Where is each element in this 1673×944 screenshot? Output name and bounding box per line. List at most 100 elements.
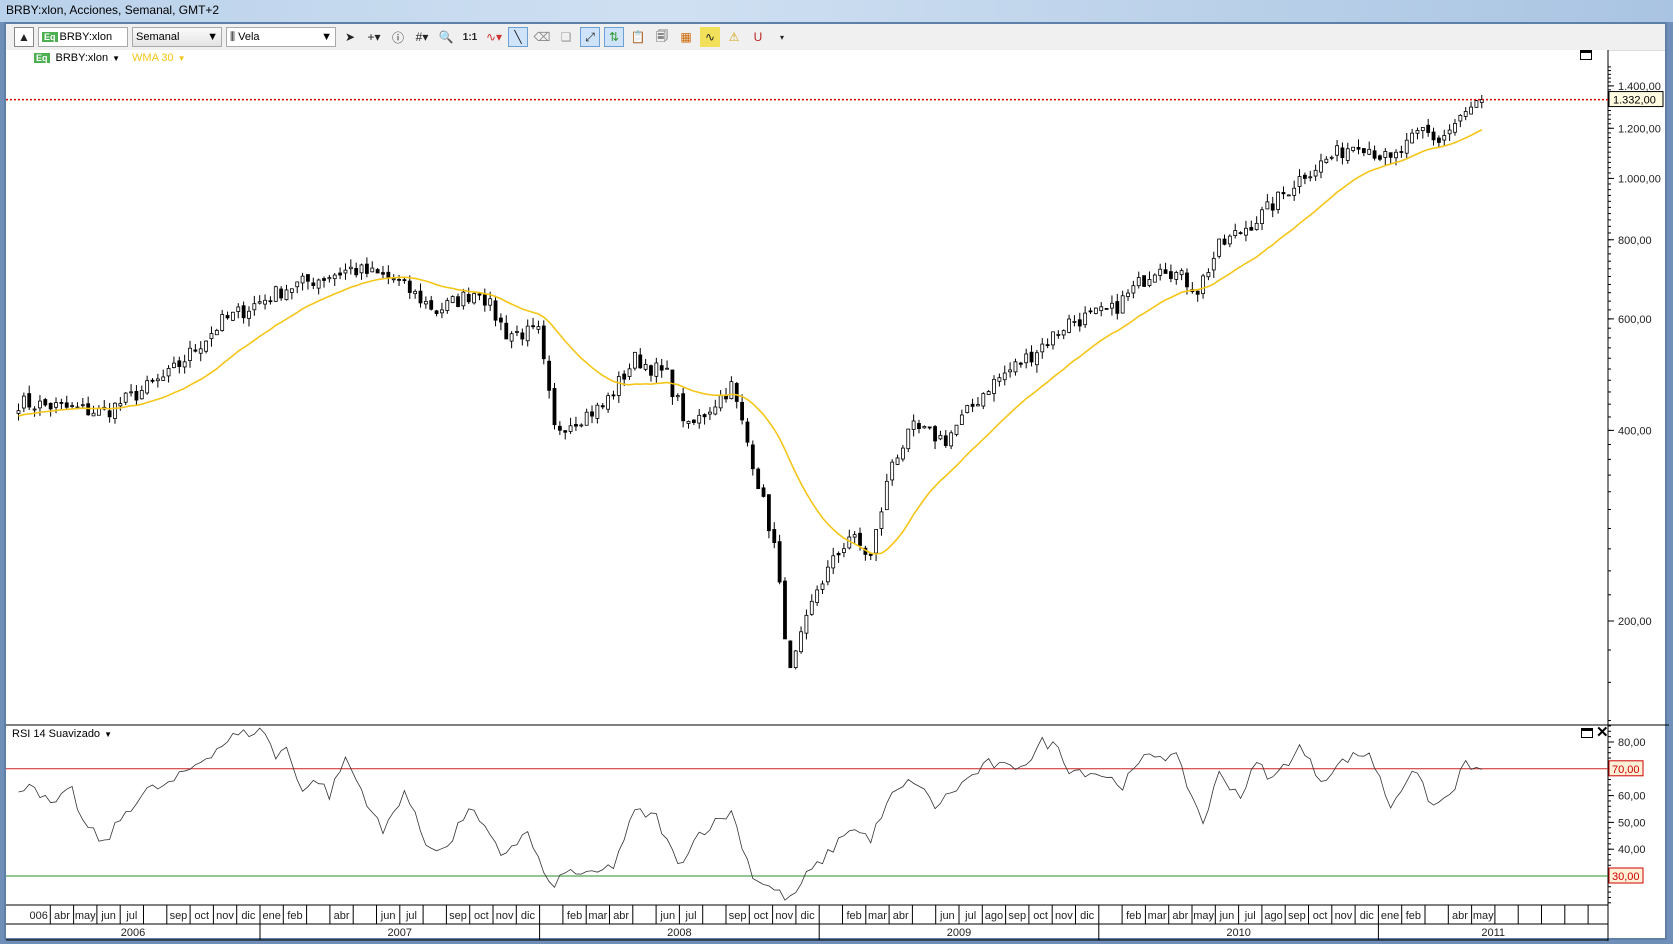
- month-label: ago: [985, 910, 1003, 922]
- candle-body: [1222, 238, 1227, 245]
- candle-body: [1067, 318, 1071, 333]
- candle-body: [1276, 191, 1280, 210]
- chevron-down-icon[interactable]: ▼: [112, 54, 120, 63]
- month-label: oct: [754, 910, 769, 922]
- candle-body: [1056, 333, 1061, 336]
- candle-body: [568, 425, 573, 432]
- candle-body: [1115, 301, 1120, 314]
- candle: [745, 418, 750, 447]
- month-label: jul: [964, 910, 976, 922]
- candle-body: [901, 447, 905, 460]
- candle-body: [574, 424, 578, 427]
- candle-body: [1093, 307, 1098, 314]
- candle-body: [332, 274, 337, 280]
- month-label: jul: [125, 910, 137, 922]
- candle-body: [1233, 230, 1238, 236]
- candle-body: [525, 325, 530, 342]
- candle-body: [1388, 152, 1393, 158]
- candle-body: [91, 412, 96, 417]
- candle-body: [895, 457, 900, 465]
- rsi-title[interactable]: RSI 14 Suavizado: [12, 728, 100, 740]
- candle-body: [381, 272, 385, 275]
- candle-body: [204, 340, 209, 352]
- candle-body: [1013, 361, 1018, 373]
- candle-body: [1147, 279, 1152, 286]
- candle-body: [665, 367, 669, 370]
- candle-body: [965, 405, 970, 413]
- month-label: dic: [1080, 910, 1095, 922]
- candle-body: [1249, 227, 1254, 231]
- candle-body: [1329, 156, 1334, 159]
- candle: [541, 320, 546, 365]
- candle-body: [139, 390, 144, 400]
- candle-body: [38, 400, 42, 409]
- candle-body: [129, 391, 133, 394]
- candle-body: [86, 403, 91, 416]
- candle-body: [622, 373, 627, 380]
- price-axis-label: 1.000,00: [1618, 173, 1661, 185]
- candle-body: [1340, 147, 1345, 159]
- month-label: abr: [1452, 910, 1468, 922]
- candle-body: [472, 293, 477, 304]
- candle-body: [842, 548, 846, 553]
- candle-body: [702, 414, 707, 418]
- legend-wma[interactable]: WMA 30: [132, 52, 174, 64]
- candle-body: [836, 552, 841, 556]
- candle-body: [145, 380, 150, 394]
- candle-body: [370, 267, 375, 273]
- chart-legend: Eq BRBY:xlon ▼ WMA 30 ▼: [34, 52, 186, 64]
- candle-body: [959, 414, 964, 425]
- candle-body: [498, 317, 503, 323]
- candle: [788, 640, 793, 669]
- candle-body: [1136, 277, 1141, 287]
- chart-canvas[interactable]: 1.400,001.200,001.000,00800,00600,00400,…: [6, 24, 1669, 942]
- candle-body: [1185, 272, 1189, 288]
- price-axis-label: 200,00: [1618, 616, 1652, 628]
- candle-body: [708, 411, 712, 415]
- month-label: oct: [194, 910, 209, 922]
- chevron-down-icon[interactable]: ▼: [104, 730, 112, 739]
- close-rsi-pane-icon[interactable]: ✕: [1596, 723, 1609, 741]
- candle-body: [1372, 150, 1377, 159]
- legend-symbol[interactable]: BRBY:xlon: [56, 52, 109, 64]
- candle-body: [943, 435, 948, 446]
- candle-body: [1286, 194, 1291, 197]
- candle-body: [375, 269, 380, 274]
- candle: [1093, 307, 1098, 315]
- year-label: 2008: [667, 927, 691, 939]
- candle-body: [413, 290, 418, 295]
- candle-body: [563, 430, 568, 433]
- candle: [1142, 275, 1146, 287]
- chevron-down-icon[interactable]: ▼: [178, 54, 186, 63]
- candle-body: [1469, 106, 1473, 115]
- month-label: abr: [334, 910, 350, 922]
- candle-body: [1335, 145, 1339, 156]
- maximize-rsi-pane-icon[interactable]: [1581, 728, 1593, 738]
- maximize-pane-icon[interactable]: [1580, 50, 1592, 60]
- candle-body: [284, 289, 289, 301]
- candle-body: [1072, 321, 1077, 323]
- candle-body: [579, 424, 584, 427]
- candle-body: [595, 404, 600, 419]
- month-label: may: [1473, 910, 1494, 922]
- candle-body: [113, 402, 117, 419]
- candle-body: [970, 403, 975, 407]
- candle-body: [150, 379, 155, 382]
- candle-body: [54, 402, 58, 408]
- candle-body: [1169, 271, 1173, 279]
- candle-body: [1142, 275, 1146, 287]
- rsi-axis-label: 60,00: [1618, 791, 1646, 803]
- candle-body: [1345, 148, 1350, 161]
- candle-body: [734, 383, 739, 402]
- candle-body: [134, 390, 139, 401]
- candle-body: [466, 293, 471, 303]
- candle-body: [616, 376, 621, 396]
- candle: [777, 534, 782, 585]
- candle: [1152, 273, 1157, 283]
- candle-body: [1458, 114, 1463, 122]
- candle-body: [831, 555, 836, 569]
- candle: [1217, 238, 1222, 259]
- candle-body: [1260, 209, 1264, 225]
- candle-body: [1195, 290, 1200, 295]
- candle-body: [70, 405, 74, 408]
